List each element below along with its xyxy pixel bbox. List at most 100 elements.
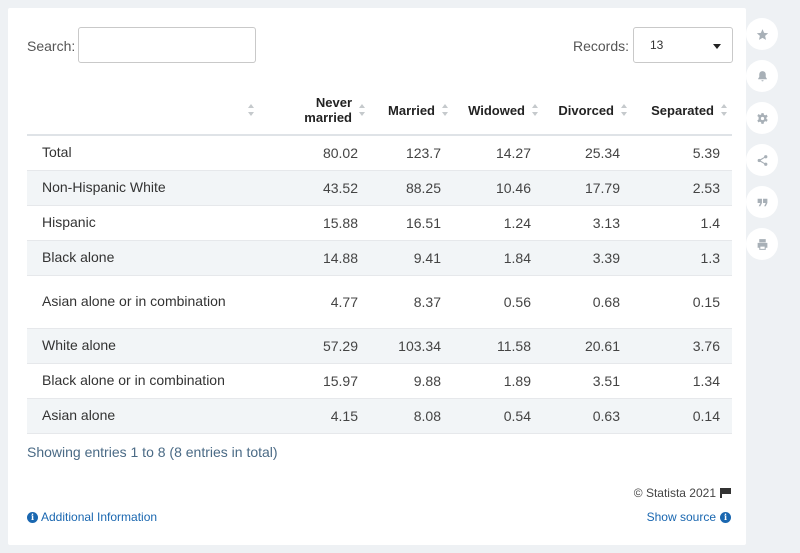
row-label: White alone <box>27 328 259 364</box>
cell-divorced: 3.13 <box>543 205 632 241</box>
table-row: Black alone or in combination 15.97 9.88… <box>27 363 732 399</box>
cell-married: 9.41 <box>370 240 453 276</box>
table-header-row: Never married Married Widowed Divorced S… <box>27 86 732 136</box>
cell-married: 103.34 <box>370 328 453 364</box>
info-icon: i <box>27 511 38 523</box>
cell-separated: 1.3 <box>632 240 732 276</box>
cell-divorced: 0.63 <box>543 398 632 434</box>
cell-divorced: 0.68 <box>543 275 632 329</box>
column-header-married[interactable]: Married <box>370 86 453 136</box>
show-source-label: Show source <box>646 510 716 524</box>
show-source-link[interactable]: Show source i <box>647 510 731 524</box>
sort-icon <box>621 104 628 116</box>
row-label: Hispanic <box>27 205 259 241</box>
cell-widowed: 1.24 <box>453 205 543 241</box>
column-header-never-married[interactable]: Never married <box>259 86 370 136</box>
table-row: Non-Hispanic White 43.52 88.25 10.46 17.… <box>27 170 732 206</box>
search-label: Search: <box>27 38 76 54</box>
records-select[interactable]: 13 <box>633 27 733 63</box>
row-label: Asian alone <box>27 398 259 434</box>
records-label: Records: <box>573 38 630 54</box>
favorite-button[interactable] <box>746 18 778 50</box>
cell-married: 8.37 <box>370 275 453 329</box>
records-selected-value: 13 <box>650 38 664 52</box>
sort-icon <box>248 104 255 116</box>
cell-divorced: 20.61 <box>543 328 632 364</box>
cell-never-married: 80.02 <box>259 135 370 171</box>
cell-widowed: 11.58 <box>453 328 543 364</box>
table-row: Black alone 14.88 9.41 1.84 3.39 1.3 <box>27 240 732 276</box>
chevron-down-icon <box>713 44 721 49</box>
share-icon <box>757 154 767 166</box>
row-label: Black alone <box>27 240 259 276</box>
cell-widowed: 10.46 <box>453 170 543 206</box>
notification-button[interactable] <box>746 60 778 92</box>
cell-widowed: 1.89 <box>453 363 543 399</box>
column-header-divorced[interactable]: Divorced <box>543 86 632 136</box>
cell-never-married: 15.88 <box>259 205 370 241</box>
quote-icon <box>757 198 767 206</box>
additional-information-link[interactable]: i Additional Information <box>27 510 157 524</box>
table-row: Asian alone 4.15 8.08 0.54 0.63 0.14 <box>27 398 732 434</box>
cell-never-married: 15.97 <box>259 363 370 399</box>
cell-divorced: 3.39 <box>543 240 632 276</box>
print-button[interactable] <box>746 228 778 260</box>
table-row: White alone 57.29 103.34 11.58 20.61 3.7… <box>27 328 732 364</box>
cell-separated: 1.34 <box>632 363 732 399</box>
row-label: Asian alone or in combination <box>27 275 259 329</box>
cell-married: 9.88 <box>370 363 453 399</box>
search-input[interactable] <box>78 27 256 63</box>
side-toolbar <box>746 18 778 270</box>
row-label: Black alone or in combination <box>27 363 259 399</box>
sort-icon <box>442 104 449 116</box>
info-icon: i <box>720 511 731 523</box>
cell-separated: 0.14 <box>632 398 732 434</box>
cell-never-married: 43.52 <box>259 170 370 206</box>
sort-icon <box>532 104 539 116</box>
cell-divorced: 17.79 <box>543 170 632 206</box>
flag-icon <box>720 488 731 498</box>
table-row: Total 80.02 123.7 14.27 25.34 5.39 <box>27 135 732 171</box>
cell-divorced: 25.34 <box>543 135 632 171</box>
copyright-text: © Statista 2021 <box>633 486 716 500</box>
cell-married: 16.51 <box>370 205 453 241</box>
data-table: Never married Married Widowed Divorced S… <box>27 86 732 434</box>
copyright-notice[interactable]: © Statista 2021 <box>634 486 731 500</box>
additional-information-label: Additional Information <box>41 510 158 524</box>
share-button[interactable] <box>746 144 778 176</box>
star-icon <box>756 28 768 40</box>
column-header-widowed[interactable]: Widowed <box>453 86 543 136</box>
sort-icon <box>721 104 728 116</box>
sort-icon <box>359 104 366 116</box>
statistic-card: Search: Records: 13 Never married Marrie… <box>8 8 746 545</box>
column-header-label[interactable] <box>27 86 259 136</box>
cell-never-married: 57.29 <box>259 328 370 364</box>
print-icon <box>757 238 767 250</box>
entries-summary: Showing entries 1 to 8 (8 entries in tot… <box>27 444 278 460</box>
cell-widowed: 0.56 <box>453 275 543 329</box>
cell-never-married: 4.77 <box>259 275 370 329</box>
cell-never-married: 4.15 <box>259 398 370 434</box>
cell-widowed: 14.27 <box>453 135 543 171</box>
cell-separated: 0.15 <box>632 275 732 329</box>
cell-separated: 5.39 <box>632 135 732 171</box>
cell-separated: 2.53 <box>632 170 732 206</box>
cite-button[interactable] <box>746 186 778 218</box>
column-header-separated[interactable]: Separated <box>632 86 732 136</box>
bell-icon <box>757 70 767 81</box>
row-label: Total <box>27 135 259 171</box>
row-label: Non-Hispanic White <box>27 170 259 206</box>
cell-never-married: 14.88 <box>259 240 370 276</box>
table-row: Hispanic 15.88 16.51 1.24 3.13 1.4 <box>27 205 732 241</box>
table-row: Asian alone or in combination 4.77 8.37 … <box>27 275 732 329</box>
cell-married: 123.7 <box>370 135 453 171</box>
gear-icon <box>756 112 768 124</box>
settings-button[interactable] <box>746 102 778 134</box>
cell-married: 88.25 <box>370 170 453 206</box>
cell-widowed: 1.84 <box>453 240 543 276</box>
cell-divorced: 3.51 <box>543 363 632 399</box>
cell-separated: 3.76 <box>632 328 732 364</box>
cell-separated: 1.4 <box>632 205 732 241</box>
cell-widowed: 0.54 <box>453 398 543 434</box>
cell-married: 8.08 <box>370 398 453 434</box>
